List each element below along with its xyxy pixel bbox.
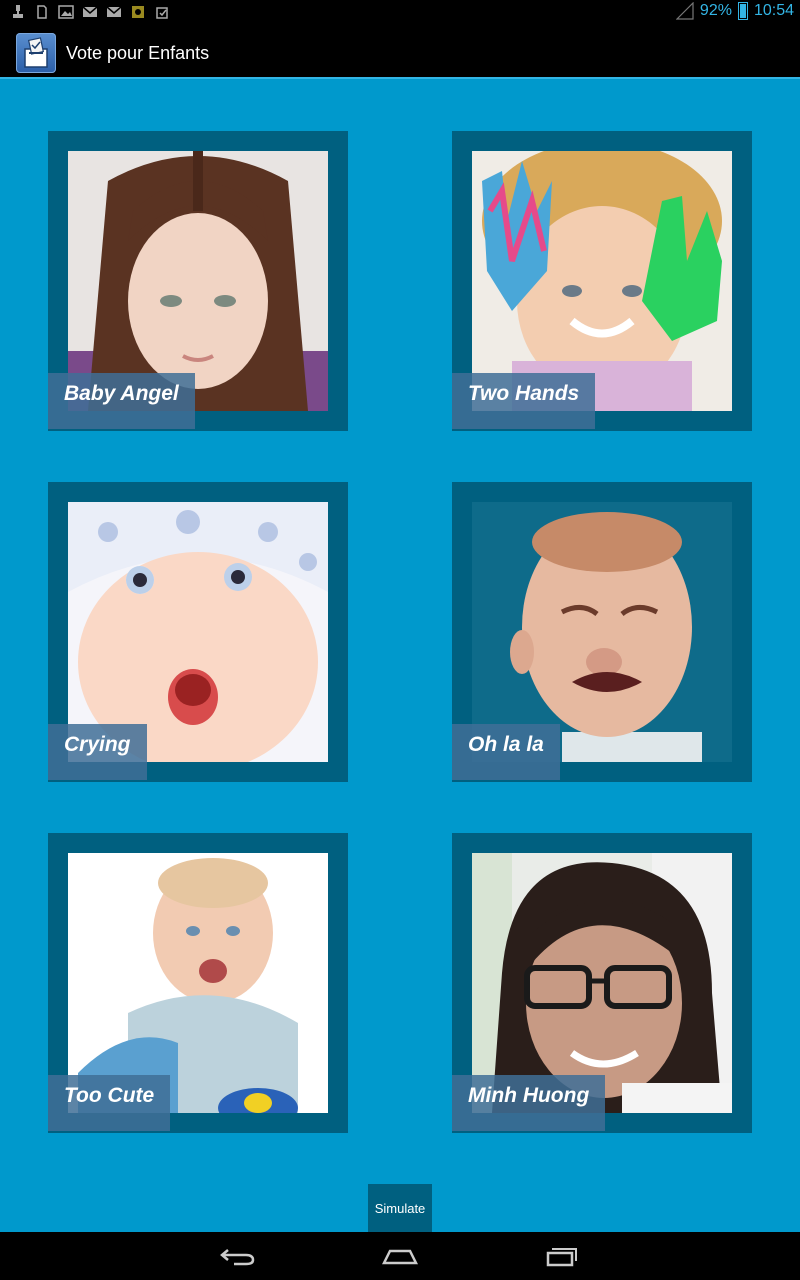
mail-icon <box>82 4 98 20</box>
clipboard-icon <box>154 4 170 20</box>
candidate-label: Two Hands <box>452 373 596 429</box>
candidate-photo <box>472 502 732 762</box>
candidate-label: Oh la la <box>452 724 560 780</box>
candidate-label: Minh Huong <box>452 1075 606 1131</box>
candidate-photo <box>472 853 732 1113</box>
simulate-button[interactable]: Simulate <box>368 1184 432 1232</box>
usb-debug-icon <box>10 4 26 20</box>
candidate-card-baby-angel[interactable]: Baby Angel <box>48 131 348 431</box>
home-icon[interactable] <box>378 1242 422 1270</box>
candidate-card-crying[interactable]: Crying <box>48 482 348 782</box>
candidate-photo <box>68 502 328 762</box>
ballot-box-icon[interactable] <box>16 33 56 73</box>
signal-icon <box>675 2 694 20</box>
candidate-label: Baby Angel <box>48 373 195 429</box>
clock: 10:54 <box>753 2 794 19</box>
candidate-card-two-hands[interactable]: Two Hands <box>452 131 752 431</box>
candidate-label: Too Cute <box>48 1075 171 1131</box>
battery-percentage: 92% <box>699 2 732 19</box>
candidate-card-oh-la-la[interactable]: Oh la la <box>452 482 752 782</box>
notification-icons <box>10 4 170 20</box>
mail-icon <box>106 4 122 20</box>
app-title: Vote pour Enfants <box>66 43 210 63</box>
back-icon[interactable] <box>216 1242 260 1270</box>
action-bar-divider <box>0 77 800 79</box>
candidate-card-too-cute[interactable]: Too Cute <box>48 833 348 1133</box>
candidate-card-minh-huong[interactable]: Minh Huong <box>452 833 752 1133</box>
candidate-label: Crying <box>48 724 147 780</box>
navigation-bar <box>0 1232 800 1280</box>
status-indicators: 92% 10:54 <box>675 2 794 20</box>
candidate-photo <box>68 151 328 411</box>
action-bar: Vote pour Enfants <box>0 25 800 79</box>
candidate-photo <box>68 853 328 1113</box>
sd-card-icon <box>34 4 50 20</box>
battery-icon <box>737 2 748 20</box>
status-bar: 92% 10:54 <box>0 0 800 25</box>
image-icon <box>58 4 74 20</box>
recent-apps-icon[interactable] <box>540 1242 584 1270</box>
app-notification-icon <box>130 4 146 20</box>
candidate-photo <box>472 151 732 411</box>
